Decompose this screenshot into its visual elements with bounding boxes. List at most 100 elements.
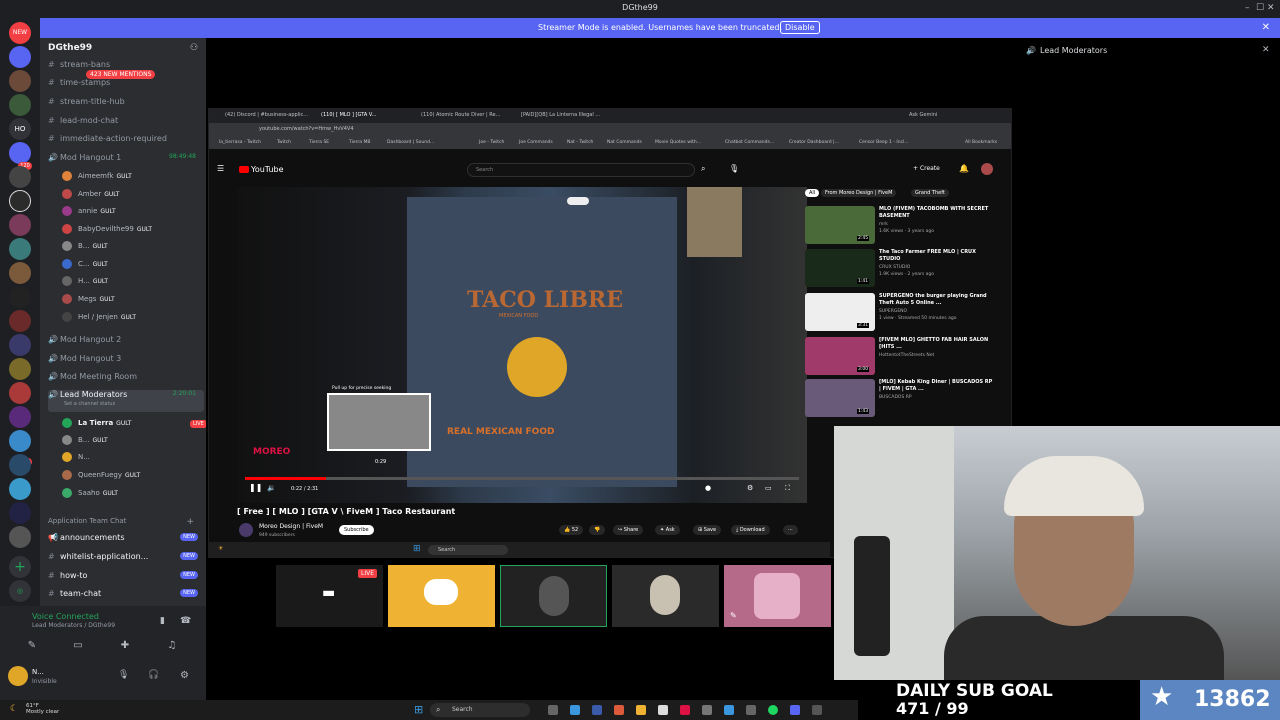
stream-tile[interactable]: ✎ [724, 565, 831, 627]
server-icon[interactable] [9, 478, 31, 500]
voice-channel-mod-hangout-1[interactable]: 🔊 Mod Hangout 1 98:49:48 [48, 153, 204, 169]
bookmark[interactable]: Dashboard | Sound... [387, 140, 434, 145]
add-server-icon[interactable]: + [9, 556, 31, 578]
create-button[interactable]: + Create [913, 165, 940, 172]
discord-icon[interactable] [790, 705, 800, 715]
server-icon[interactable] [9, 526, 31, 548]
recommended-video[interactable]: SUPERGENO the burger playing Grand Theft… [805, 293, 1005, 333]
server-ho[interactable]: HO [9, 118, 31, 140]
dislike-button[interactable]: 👎 [589, 525, 606, 535]
minimize-button[interactable]: – [1245, 3, 1250, 13]
server-icon[interactable] [9, 286, 31, 308]
voice-user[interactable]: Amber GULT [62, 189, 119, 205]
noise-suppression-icon[interactable]: ✎ [20, 640, 44, 656]
stream-tile[interactable]: LIVE ▬ [276, 565, 383, 627]
video-player[interactable]: TACO LIBRE MEXICAN FOOD REAL MEXICAN FOO… [237, 187, 807, 503]
app-icon[interactable] [746, 705, 756, 715]
search-icon[interactable]: ⌕ [701, 164, 705, 174]
bookmark[interactable]: Nat - Twitch [567, 140, 593, 145]
close-banner-icon[interactable]: ✕ [1262, 22, 1270, 33]
youtube-search-input[interactable]: Search [467, 163, 695, 177]
voice-user[interactable]: Saaho GULT [62, 488, 118, 504]
server-icon[interactable] [9, 334, 31, 356]
bookmark[interactable]: Chatbot Commands... [725, 140, 774, 145]
app-icon[interactable] [658, 705, 668, 715]
discover-icon[interactable]: ◎ [9, 580, 31, 602]
avatar[interactable] [8, 666, 28, 686]
taskbar-search[interactable]: Search [430, 703, 530, 717]
maximize-button[interactable]: ☐ [1256, 3, 1264, 13]
bookmark[interactable]: Tierra SE [309, 140, 329, 145]
voice-user[interactable]: Megs GULT [62, 294, 115, 310]
task-view-icon[interactable] [548, 705, 558, 715]
server-icon[interactable] [9, 310, 31, 332]
voice-channel-mod-hangout-3[interactable]: 🔊 Mod Hangout 3 [48, 354, 204, 370]
server-icon[interactable] [9, 358, 31, 380]
voice-connected-status[interactable]: Voice Connected [32, 612, 99, 621]
voice-channel-mod-meeting-room[interactable]: 🔊 Mod Meeting Room [48, 372, 204, 388]
voice-user[interactable]: annie GULT [62, 206, 116, 222]
windows-start-icon[interactable]: ⊞ [413, 544, 421, 554]
add-member-icon[interactable]: ⚇ [190, 43, 198, 53]
autoplay-icon[interactable]: ● [705, 484, 711, 492]
browser-tab[interactable]: (110) Atomic Route Diver | Re... [421, 112, 500, 118]
voice-user[interactable]: C... GULT [62, 259, 108, 275]
current-username[interactable]: N... [32, 668, 44, 676]
ask-gemini-button[interactable]: Ask Gemini [909, 112, 937, 118]
app-icon[interactable] [614, 705, 624, 715]
close-window-button[interactable]: ✕ [1267, 3, 1275, 13]
avatar[interactable] [981, 163, 993, 175]
signal-icon[interactable]: ▮ [160, 616, 165, 626]
ask-button[interactable]: ✦ Ask [655, 525, 680, 535]
more-actions-icon[interactable]: ⋯ [783, 525, 798, 535]
youtube-logo[interactable]: YouTube [239, 165, 284, 174]
recommended-video[interactable]: MLO (FIVEM) TACOBOMB WITH SECRET BASEMEN… [805, 206, 1005, 246]
stream-tile[interactable] [388, 565, 495, 627]
server-icon[interactable] [9, 454, 31, 476]
channel-lead-mod-chat[interactable]: # lead-mod-chat [48, 116, 204, 132]
theater-icon[interactable]: ▭ [765, 484, 772, 492]
bookmark[interactable]: Tierra MB [349, 140, 370, 145]
browser-tab[interactable]: [PAID][QB] La Linterna Illegal ... [521, 112, 600, 118]
close-panel-icon[interactable]: ✕ [1262, 45, 1270, 55]
activity-icon[interactable]: ✚ [113, 640, 137, 656]
new-servers-badge[interactable]: NEW [9, 22, 31, 44]
server-icon[interactable] [9, 502, 31, 524]
server-icon[interactable] [9, 70, 31, 92]
gear-icon[interactable]: ⚙ [180, 670, 189, 681]
server-icon[interactable] [9, 190, 31, 212]
category-application-team-chat[interactable]: Application Team Chat + [48, 517, 204, 533]
subscribe-button[interactable]: Subscribe [339, 525, 374, 535]
bookmark[interactable]: All Bookmarks [965, 140, 997, 145]
recommended-video[interactable]: [FIVEM MLO] GHETTO FAB HAIR SALON [HITS … [805, 337, 1005, 377]
settings-icon[interactable]: ⚙ [747, 484, 753, 492]
voice-channel-mod-hangout-2[interactable]: 🔊 Mod Hangout 2 [48, 335, 204, 351]
channel-stream-title-hub[interactable]: # stream-title-hub [48, 97, 204, 113]
app-icon[interactable] [812, 705, 822, 715]
server-icon[interactable] [9, 166, 31, 188]
spotify-icon[interactable] [768, 705, 778, 715]
bookmark[interactable]: Censor Beep 1 - Incl... [859, 140, 909, 145]
server-name[interactable]: DGthe99 [48, 43, 92, 53]
app-icon[interactable] [680, 705, 690, 715]
fullscreen-icon[interactable]: ⛶ [785, 484, 790, 493]
screen-share-icon[interactable]: ▭ [66, 640, 90, 656]
stream-tile[interactable] [500, 565, 607, 627]
voice-channel-lead-moderators[interactable]: 🔊 Lead Moderators 2:20:01 Set a channel st… [48, 390, 204, 412]
url-text[interactable]: youtube.com/watch?v=Hmw_HvV4V4 [259, 126, 354, 132]
video-progress-bar[interactable] [245, 477, 799, 480]
browser-tab-active[interactable]: (110) [ MLO ] [GTA V... [321, 112, 376, 118]
app-icon[interactable] [702, 705, 712, 715]
share-button[interactable]: ↪ Share [613, 525, 644, 535]
voice-user[interactable]: N... [62, 452, 90, 468]
edge-icon[interactable] [570, 705, 580, 715]
voice-user[interactable]: QueenFuegy GULT [62, 470, 140, 486]
voice-user[interactable]: BabyDevilthe99 GULT [62, 224, 152, 240]
server-icon[interactable] [9, 46, 31, 68]
voice-user[interactable]: B... GULT [62, 241, 108, 257]
app-icon[interactable] [724, 705, 734, 715]
headphones-icon[interactable]: 🎧 [148, 670, 159, 680]
channel-how-to[interactable]: # how-to NEW [48, 571, 204, 587]
server-icon[interactable] [9, 382, 31, 404]
volume-icon[interactable]: 🔉 [267, 484, 276, 492]
